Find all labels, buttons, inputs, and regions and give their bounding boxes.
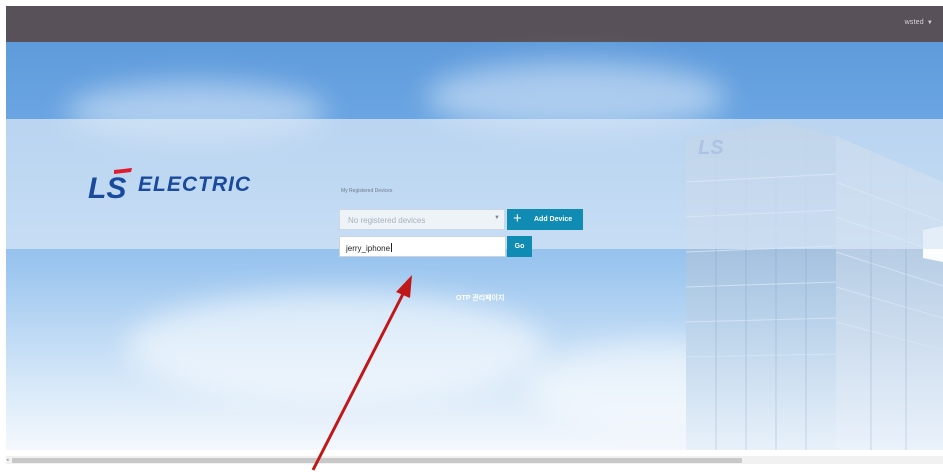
logo-mark: LS <box>88 172 126 204</box>
top-bar: wsted ▼ <box>6 6 943 42</box>
page-frame: wsted ▼ LS ELECTRIC My Registered Device… <box>6 6 943 450</box>
otp-management-link[interactable]: OTP 관리페이지 <box>456 293 504 303</box>
text-cursor <box>391 243 393 252</box>
select-value: No registered devices <box>348 216 426 225</box>
add-device-label: Add Device <box>534 216 573 223</box>
registered-devices-select[interactable]: No registered devices ▼ <box>339 209 505 230</box>
caret-down-icon: ▼ <box>926 20 933 26</box>
add-device-button[interactable]: + Add Device <box>507 209 583 230</box>
device-name-value: jerry_iphone <box>346 244 391 253</box>
scroll-left-arrow-icon[interactable]: ◂ <box>6 457 9 463</box>
user-menu[interactable]: wsted ▼ <box>905 19 933 26</box>
go-button[interactable]: Go <box>507 236 532 257</box>
logo-wordmark: ELECTRIC <box>138 173 251 196</box>
registered-devices-label: My Registered Devices <box>341 188 393 194</box>
caret-down-icon: ▼ <box>494 215 500 221</box>
device-name-input[interactable]: jerry_iphone <box>339 236 506 257</box>
ls-electric-logo: LS ELECTRIC <box>88 168 268 204</box>
plus-icon: + <box>513 210 522 227</box>
scrollbar-thumb[interactable] <box>12 458 742 463</box>
horizontal-scrollbar[interactable]: ◂ <box>6 456 943 464</box>
username: wsted <box>904 19 924 26</box>
